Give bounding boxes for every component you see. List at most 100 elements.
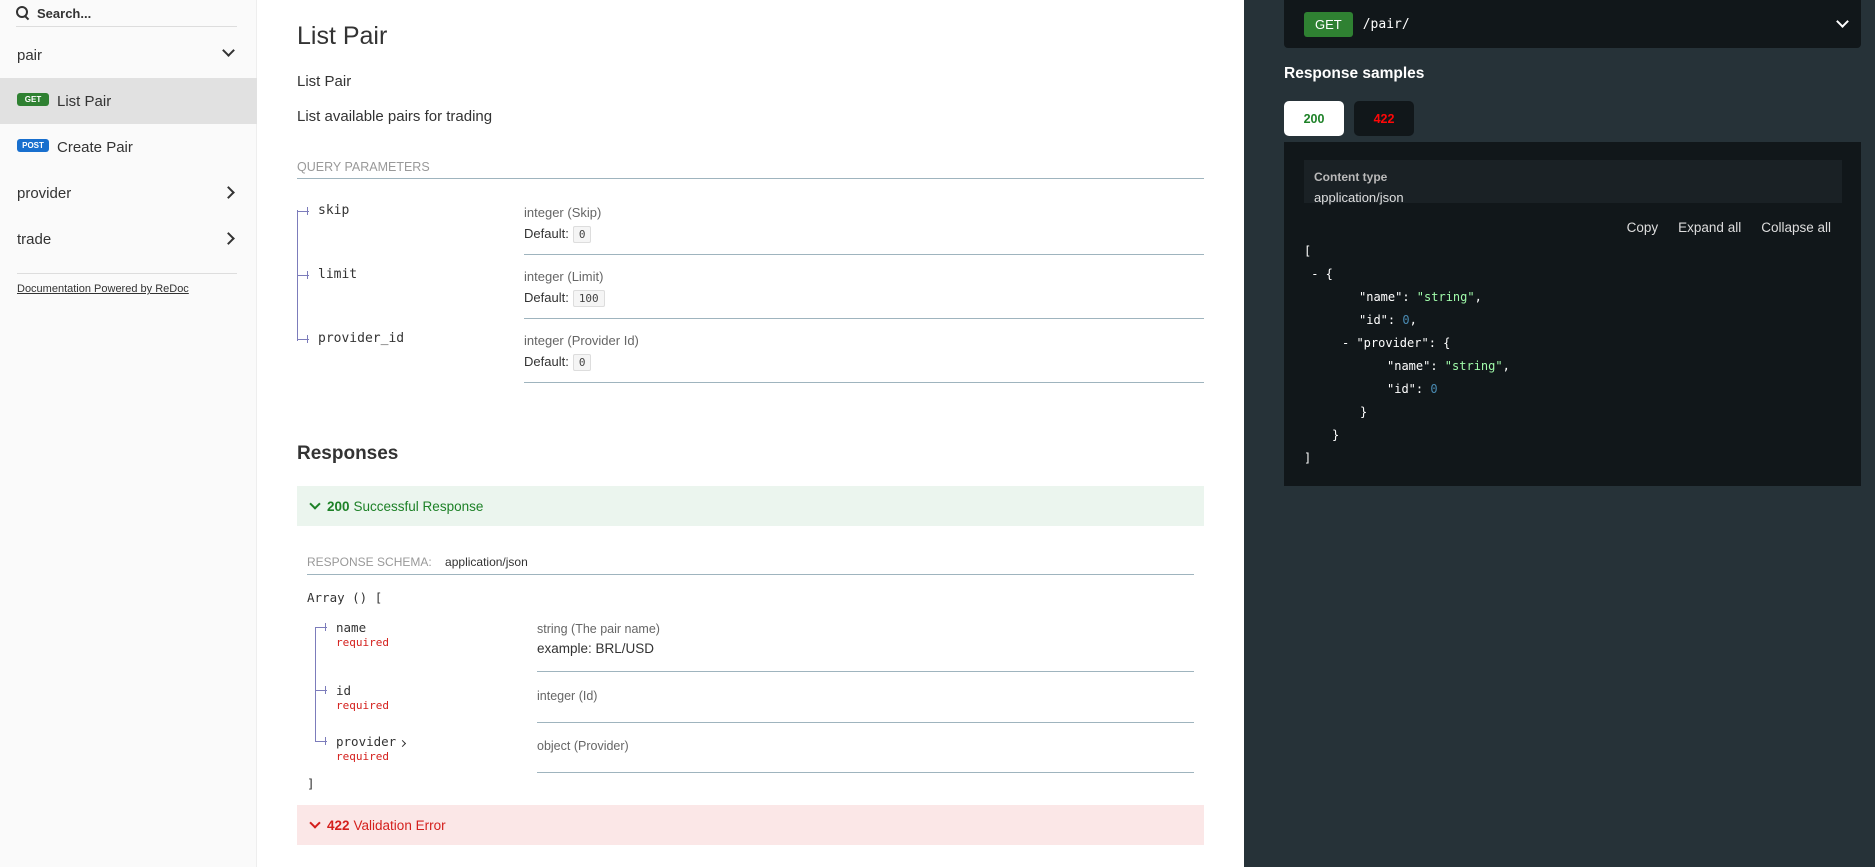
param-name: skip: [318, 203, 350, 218]
search-box[interactable]: [16, 0, 237, 27]
field-divider: [537, 671, 1194, 672]
code-line: }: [1332, 428, 1340, 442]
response-200-toggle[interactable]: 200 Successful Response: [297, 486, 1204, 526]
endpoint-path: /pair/: [1362, 16, 1410, 32]
response-code: 422: [327, 817, 350, 833]
chevron-right-icon[interactable]: [399, 739, 407, 748]
chevron-right-icon: [222, 232, 235, 245]
search-icon: [16, 6, 30, 20]
post-badge: POST: [17, 138, 49, 152]
code-line[interactable]: - {: [1304, 267, 1333, 281]
tab-422[interactable]: 422: [1354, 101, 1414, 136]
chevron-down-icon: [222, 44, 235, 57]
response-schema-label: RESPONSE SCHEMA:: [307, 555, 432, 569]
response-code: 200: [327, 498, 350, 514]
sidebar-group-label: pair: [17, 46, 43, 64]
response-label: Successful Response: [353, 498, 484, 514]
code-line[interactable]: - "provider": {: [1342, 336, 1450, 350]
responses-heading: Responses: [297, 443, 399, 464]
content-type-box[interactable]: Content type application/json: [1304, 160, 1842, 205]
required-label: required: [336, 636, 389, 649]
sidebar-group-trade[interactable]: trade: [0, 216, 257, 262]
param-type: integer (Provider Id): [524, 333, 639, 348]
sidebar-group-label: provider: [17, 184, 72, 202]
param-default: Default: 0: [524, 354, 592, 371]
param-divider: [524, 382, 1204, 383]
sidebar-divider: [17, 273, 237, 274]
param-name: provider_id: [318, 331, 405, 346]
expand-all-button[interactable]: Expand all: [1678, 220, 1741, 235]
code-line: ]: [1304, 451, 1312, 465]
sidebar-item-list-pair[interactable]: GET List Pair: [0, 78, 257, 124]
sidebar: pair GET List Pair POST Create Pair prov…: [0, 0, 257, 867]
sidebar-group-pair[interactable]: pair: [0, 32, 257, 78]
array-close: ]: [307, 776, 315, 791]
default-label: Default:: [524, 354, 569, 369]
sidebar-item-label: List Pair: [57, 92, 112, 110]
tree-tick: [307, 271, 308, 279]
content-type-label: Content type: [1314, 170, 1388, 184]
field-name: id: [336, 683, 352, 698]
sidebar-group-provider[interactable]: provider: [0, 170, 257, 216]
page-title: List Pair: [297, 22, 388, 50]
powered-by-link[interactable]: Documentation Powered by ReDoc: [17, 283, 189, 295]
response-422-toggle[interactable]: 422 Validation Error: [297, 805, 1204, 845]
sidebar-item-create-pair[interactable]: POST Create Pair: [0, 124, 257, 170]
param-default: Default: 100: [524, 290, 605, 307]
array-open: Array () [: [307, 590, 383, 605]
field-type: object (Provider): [537, 739, 629, 753]
response-sample-panel: Content type application/json Copy Expan…: [1284, 142, 1861, 486]
field-name: provider: [336, 734, 407, 749]
default-value: 0: [572, 226, 592, 243]
response-label: Validation Error: [353, 817, 446, 833]
search-input[interactable]: [37, 5, 217, 21]
field-name: name: [336, 620, 367, 635]
param-type: integer (Limit): [524, 269, 604, 284]
right-panel: GET /pair/ Response samples 200 422 Cont…: [1244, 0, 1875, 867]
chevron-down-icon[interactable]: [1836, 15, 1849, 28]
param-divider: [524, 318, 1204, 319]
tree-tick: [325, 737, 326, 745]
tree-tick: [307, 207, 308, 215]
response-content-type: application/json: [445, 555, 528, 569]
required-label: required: [336, 699, 389, 712]
response-samples-title: Response samples: [1284, 65, 1425, 82]
field-name-text: provider: [336, 734, 397, 749]
get-badge: GET: [17, 92, 49, 106]
code-line: "name": "string",: [1387, 359, 1510, 373]
tree-tick: [325, 686, 326, 694]
copy-button[interactable]: Copy: [1627, 220, 1659, 235]
endpoint-bar[interactable]: GET /pair/: [1284, 0, 1861, 48]
field-type: string (The pair name): [537, 622, 660, 636]
param-skip: skip integer (Skip) Default: 0: [297, 203, 1204, 267]
chevron-right-icon: [222, 186, 235, 199]
chevron-down-icon: [309, 498, 321, 510]
tab-200[interactable]: 200: [1284, 101, 1344, 136]
sidebar-item-label: Create Pair: [57, 138, 133, 156]
tree-tick: [325, 623, 326, 631]
code-line: [: [1304, 244, 1312, 258]
code-actions: Copy Expand all Collapse all: [1627, 220, 1831, 235]
default-label: Default:: [524, 290, 569, 305]
field-divider: [537, 722, 1194, 723]
default-value: 100: [572, 290, 605, 307]
query-parameters-heading: QUERY PARAMETERS: [297, 160, 1204, 179]
schema-field-provider[interactable]: provider required object (Provider): [315, 734, 1194, 774]
param-provider-id: provider_id integer (Provider Id) Defaul…: [297, 331, 1204, 395]
endpoint-method: GET: [1304, 11, 1353, 37]
field-divider: [537, 772, 1194, 773]
main-content: List Pair List Pair List available pairs…: [257, 0, 1244, 867]
required-label: required: [336, 750, 389, 763]
operation-summary: List Pair: [297, 73, 352, 90]
code-line: "name": "string",: [1359, 290, 1482, 304]
param-name: limit: [318, 267, 358, 282]
param-divider: [524, 254, 1204, 255]
code-line: "id": 0: [1387, 382, 1438, 396]
sidebar-group-label: trade: [17, 230, 52, 248]
content-type-value: application/json: [1314, 190, 1404, 205]
collapse-all-button[interactable]: Collapse all: [1761, 220, 1831, 235]
schema-field-id: id required integer (Id): [315, 683, 1194, 723]
code-line: "id": 0,: [1359, 313, 1417, 327]
field-type: integer (Id): [537, 689, 598, 703]
field-example: example: BRL/USD: [537, 641, 655, 656]
